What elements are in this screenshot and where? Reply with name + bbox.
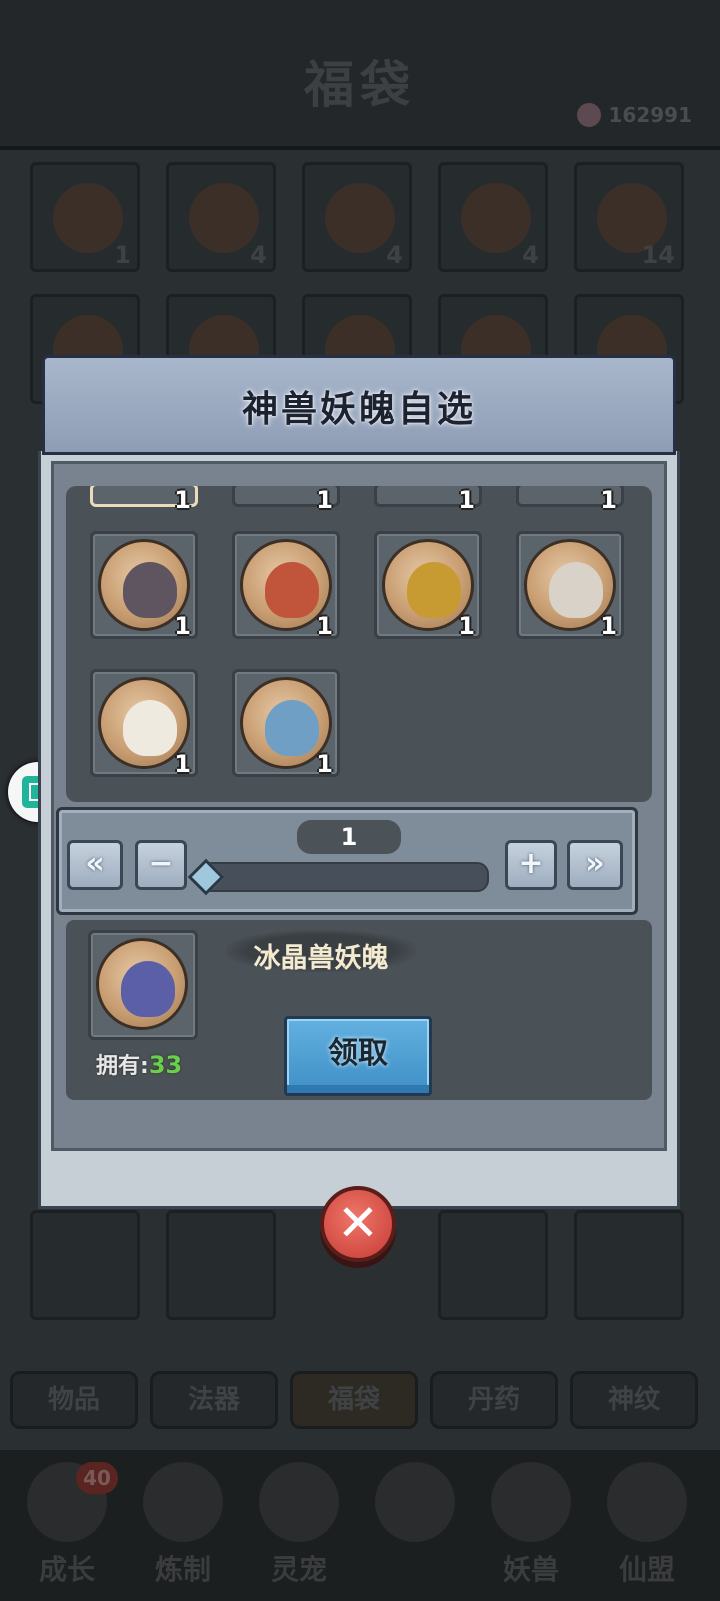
- currency-display: 162991: [576, 98, 693, 132]
- dialog-title: 神兽妖魄自选: [241, 388, 476, 430]
- max-quantity-button[interactable]: »: [567, 840, 623, 890]
- beast-soul-select-dialog: 1 1 1 1 1 1 1 1 1 1 « − 1 + » 冰晶兽妖魄 拥有:3…: [38, 355, 680, 1235]
- bag-slot-count: 1: [114, 241, 131, 269]
- claim-button[interactable]: 领取: [284, 1016, 432, 1096]
- item-count: 1: [316, 750, 333, 778]
- close-button[interactable]: ✕: [320, 1186, 396, 1262]
- owned-label: 拥有:: [96, 1054, 149, 1079]
- nav-label: 灵宠: [270, 1553, 327, 1586]
- nav-beasts[interactable]: 妖兽: [476, 1462, 586, 1592]
- tab-items[interactable]: 物品: [10, 1371, 138, 1429]
- notification-badge: 40: [76, 1462, 118, 1494]
- bottom-nav: 成长 40 炼制 灵宠 妖兽 仙盟: [0, 1450, 720, 1601]
- item-count: 1: [174, 612, 191, 640]
- fire-dragon-icon: [265, 562, 319, 618]
- golden-eagle-icon: [407, 562, 461, 618]
- item-slot[interactable]: 1: [516, 486, 624, 514]
- item-slot[interactable]: 1: [374, 531, 482, 640]
- tab-lucky-bags[interactable]: 福袋: [290, 1371, 418, 1429]
- item-count: 1: [316, 612, 333, 640]
- tab-pills[interactable]: 丹药: [430, 1371, 558, 1429]
- item-count: 1: [174, 486, 191, 514]
- ice-whale-icon: [265, 700, 319, 756]
- panda-icon: [123, 700, 177, 756]
- item-count: 1: [458, 486, 475, 514]
- nav-spirit-pet[interactable]: 灵宠: [244, 1462, 354, 1592]
- item-count: 1: [174, 750, 191, 778]
- item-slot[interactable]: 1: [90, 486, 198, 514]
- alliance-icon: [607, 1462, 687, 1542]
- item-count: 1: [600, 612, 617, 640]
- dialog-body: 1 1 1 1 1 1 1 1 1 1 « − 1 + » 冰晶兽妖魄 拥有:3…: [38, 451, 680, 1209]
- ice-crystal-beast-icon: [121, 961, 175, 1017]
- crane-icon: [549, 562, 603, 618]
- pet-icon: [259, 1462, 339, 1542]
- nav-close[interactable]: [360, 1462, 470, 1592]
- category-tabs: 物品 法器 福袋 丹药 神纹: [0, 1365, 720, 1445]
- bag-slot: 4: [166, 162, 276, 272]
- tab-runes[interactable]: 神纹: [570, 1371, 698, 1429]
- nav-label: 炼制: [154, 1553, 211, 1586]
- selected-item-panel: 冰晶兽妖魄 拥有:33 领取: [66, 920, 652, 1100]
- currency-amount: 162991: [608, 103, 693, 127]
- nav-alliance[interactable]: 仙盟: [592, 1462, 702, 1592]
- nav-label: 妖兽: [502, 1553, 559, 1586]
- item-count: 1: [600, 486, 617, 514]
- selected-item-name-plate: 冰晶兽妖魄: [226, 930, 416, 974]
- page-header: 福袋 162991: [0, 0, 720, 150]
- item-grid[interactable]: 1 1 1 1 1 1 1 1 1 1: [66, 486, 652, 802]
- min-quantity-button[interactable]: «: [67, 840, 123, 890]
- bag-slot: 4: [302, 162, 412, 272]
- item-slot[interactable]: 1: [516, 531, 624, 640]
- dialog-title-bar: 神兽妖魄自选: [42, 355, 676, 455]
- furnace-icon: [143, 1462, 223, 1542]
- bag-slot-count: 4: [386, 241, 403, 269]
- nav-label: 仙盟: [618, 1553, 675, 1586]
- selected-item-name: 冰晶兽妖魄: [253, 943, 389, 974]
- bag-slot-count: 4: [522, 241, 539, 269]
- item-slot[interactable]: 1: [374, 486, 482, 514]
- item-slot[interactable]: 1: [90, 531, 198, 640]
- nav-refine[interactable]: 炼制: [128, 1462, 238, 1592]
- beast-icon: [491, 1462, 571, 1542]
- bag-slot-count: 4: [250, 241, 267, 269]
- quantity-slider-track[interactable]: [199, 862, 489, 892]
- nav-growth[interactable]: 成长 40: [12, 1462, 122, 1592]
- tab-artifacts[interactable]: 法器: [150, 1371, 278, 1429]
- bag-icon: [461, 183, 531, 253]
- selected-item-slot: [88, 930, 198, 1040]
- increase-button[interactable]: +: [505, 840, 557, 890]
- vase-icon: [325, 183, 395, 253]
- item-count: 1: [316, 486, 333, 514]
- dialog-inner-panel: 1 1 1 1 1 1 1 1 1 1 « − 1 + » 冰晶兽妖魄 拥有:3…: [51, 461, 667, 1151]
- close-icon: [375, 1462, 455, 1542]
- item-slot[interactable]: 1: [90, 669, 198, 778]
- item-slot[interactable]: 1: [232, 669, 340, 778]
- nav-label: 成长: [38, 1553, 95, 1586]
- quantity-value: 1: [297, 820, 401, 854]
- bag-icon: [53, 183, 123, 253]
- item-slot[interactable]: 1: [232, 531, 340, 640]
- bag-slot: 4: [438, 162, 548, 272]
- gourd-icon: [189, 183, 259, 253]
- item-count: 1: [458, 612, 475, 640]
- dark-beast-icon: [123, 562, 177, 618]
- bag-slot: 1: [30, 162, 140, 272]
- bag-slot: 14: [574, 162, 684, 272]
- decrease-button[interactable]: −: [135, 840, 187, 890]
- item-coin: [96, 938, 188, 1030]
- bag-slot-count: 14: [641, 241, 675, 269]
- owned-number: 33: [148, 1051, 183, 1079]
- owned-count: 拥有:33: [96, 1048, 182, 1080]
- quantity-selector: « − 1 + »: [56, 807, 638, 915]
- item-slot[interactable]: 1: [232, 486, 340, 514]
- gem-icon: [576, 103, 601, 127]
